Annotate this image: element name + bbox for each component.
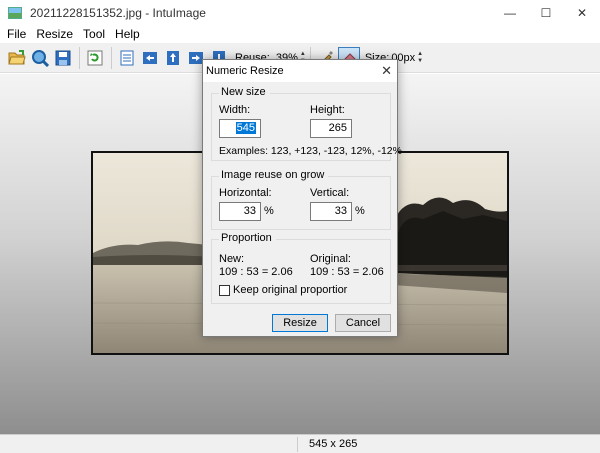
spin-arrows-icon[interactable]: ▲▼ (417, 51, 423, 65)
arrow-up-icon[interactable] (162, 47, 184, 69)
status-separator (297, 437, 298, 452)
menu-bar: File Resize Tool Help (0, 25, 600, 43)
dialog-title: Numeric Resize (206, 65, 284, 77)
close-window-button[interactable]: ✕ (564, 0, 600, 25)
resize-button[interactable]: Resize (272, 314, 328, 332)
keep-proportion-label[interactable]: Keep original proportior (233, 284, 347, 296)
open-folder-icon[interactable] (6, 47, 28, 69)
image-reuse-group: Image reuse on grow Horizontal: Vertical… (211, 169, 391, 230)
original-ratio: 109 : 53 = 2.06 (310, 266, 384, 278)
menu-tool[interactable]: Tool (78, 27, 110, 41)
menu-file[interactable]: File (2, 27, 31, 41)
toolbar-separator (111, 46, 112, 69)
numeric-resize-dialog: Numeric Resize ✕ New size Width: Height:… (202, 59, 402, 337)
group-title-image-reuse: Image reuse on grow (219, 169, 329, 181)
horizontal-label: Horizontal: (219, 187, 272, 199)
new-size-group: New size Width: Height: 545 265 Examples… (211, 86, 402, 161)
horizontal-value: 33 (243, 205, 256, 217)
minimize-button[interactable]: — (492, 0, 528, 25)
vertical-value: 33 (334, 205, 347, 217)
page-icon[interactable] (116, 47, 138, 69)
new-label: New: (219, 253, 245, 265)
arrow-left-icon[interactable] (139, 47, 161, 69)
save-icon[interactable] (52, 47, 74, 69)
refresh-icon[interactable] (84, 47, 106, 69)
app-image-icon (8, 6, 22, 19)
maximize-button[interactable]: ☐ (528, 0, 564, 25)
original-label: Original: (310, 253, 351, 265)
horizontal-input[interactable]: 33 (219, 202, 261, 221)
vertical-input[interactable]: 33 (310, 202, 352, 221)
image-dimensions: 545 x 265 (309, 438, 358, 450)
new-ratio: 109 : 53 = 2.06 (219, 266, 293, 278)
menu-resize[interactable]: Resize (31, 27, 78, 41)
keep-proportion-checkbox[interactable] (219, 285, 230, 296)
zoom-icon[interactable] (29, 47, 51, 69)
vertical-label: Vertical: (310, 187, 350, 199)
window-controls: — ☐ ✕ (492, 0, 600, 25)
group-title-proportion: Proportion (219, 232, 276, 244)
cancel-button[interactable]: Cancel (335, 314, 391, 332)
title-bar: 20211228151352.jpg - IntuImage — ☐ ✕ (0, 0, 600, 25)
height-label: Height: (310, 104, 345, 116)
vertical-percent: % (355, 205, 365, 217)
dialog-title-bar: Numeric Resize ✕ (203, 60, 397, 82)
horizontal-percent: % (264, 205, 274, 217)
window-title: 20211228151352.jpg - IntuImage (30, 5, 206, 20)
menu-help[interactable]: Help (110, 27, 145, 41)
close-icon[interactable]: ✕ (381, 63, 392, 79)
width-input[interactable]: 545 (219, 119, 261, 138)
height-value: 265 (328, 122, 347, 134)
toolbar-separator (79, 46, 80, 69)
status-bar: 545 x 265 (0, 434, 600, 453)
height-input[interactable]: 265 (310, 119, 352, 138)
examples-text: Examples: 123, +123, -123, 12%, -12% (219, 145, 402, 157)
group-title-new-size: New size (219, 86, 270, 98)
width-value: 545 (235, 122, 256, 134)
width-label: Width: (219, 104, 251, 116)
proportion-group: Proportion New: Original: 109 : 53 = 2.0… (211, 232, 391, 304)
